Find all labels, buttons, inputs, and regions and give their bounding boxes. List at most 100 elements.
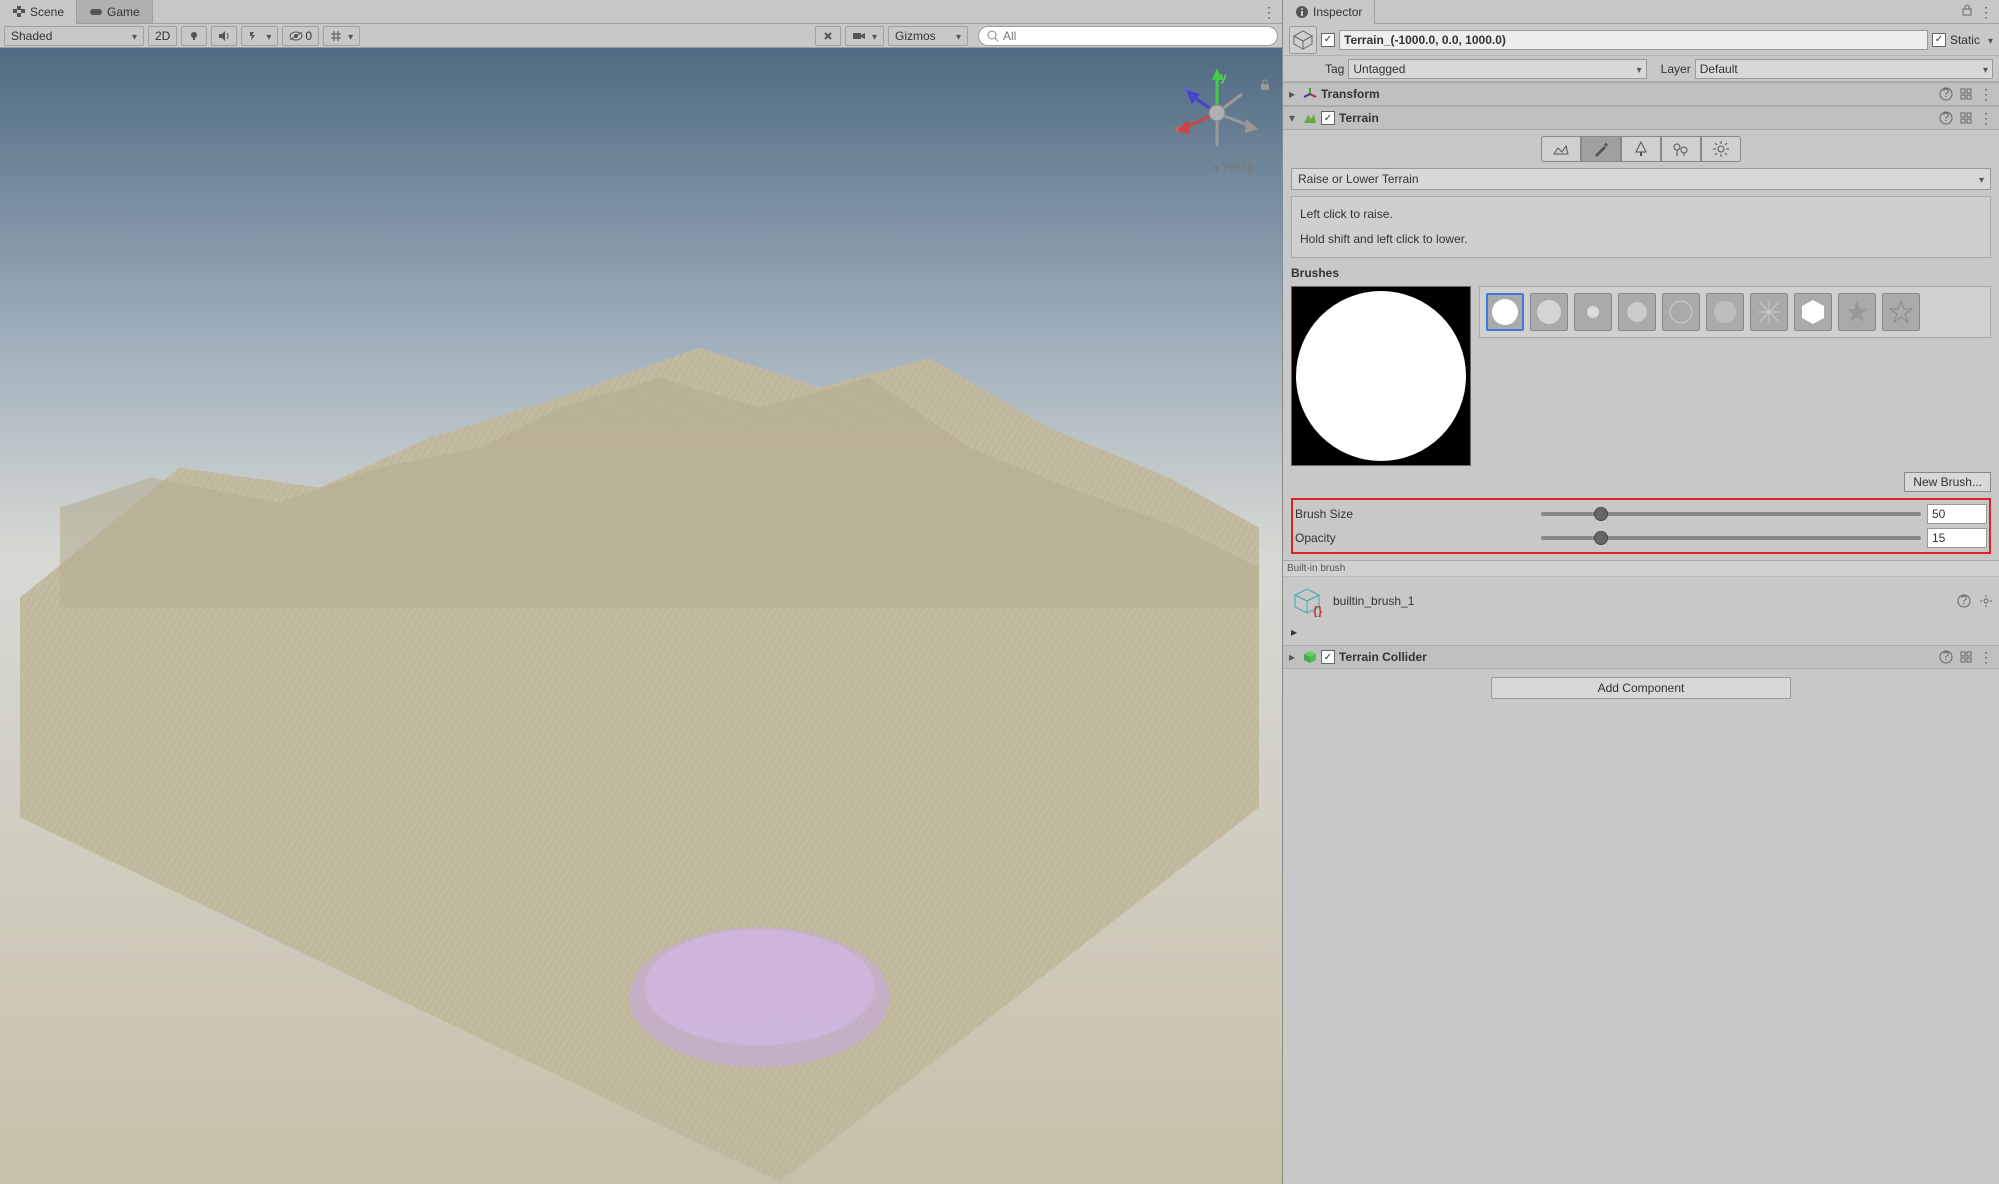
brush-thumb-star-outline[interactable] xyxy=(1882,293,1920,331)
brush-thumb-3[interactable] xyxy=(1574,293,1612,331)
new-brush-row: New Brush... xyxy=(1291,472,1991,492)
terrain-tool-create[interactable] xyxy=(1541,136,1581,162)
lock-icon[interactable] xyxy=(1258,78,1272,92)
tools-button[interactable] xyxy=(815,26,841,46)
scene-viewport[interactable]: y x z ◂Persp xyxy=(0,48,1282,1184)
new-brush-button[interactable]: New Brush... xyxy=(1904,472,1991,492)
lighting-toggle[interactable] xyxy=(181,26,207,46)
shading-mode-dropdown[interactable]: Shaded xyxy=(4,26,144,46)
static-checkbox[interactable] xyxy=(1932,33,1946,47)
shading-label: Shaded xyxy=(11,29,52,43)
brush-preview xyxy=(1291,286,1471,466)
inspector-tab-bar: Inspector xyxy=(1283,0,1999,24)
gameobject-name-field[interactable]: Terrain_(-1000.0, 0.0, 1000.0) xyxy=(1339,30,1928,50)
lock-inspector-icon[interactable] xyxy=(1961,4,1973,21)
active-checkbox[interactable] xyxy=(1321,33,1335,47)
new-brush-label: New Brush... xyxy=(1913,475,1982,489)
expand-script-arrow[interactable]: ▸ xyxy=(1283,625,1999,645)
brush-size-value: 50 xyxy=(1932,507,1945,521)
help-icon[interactable]: ? xyxy=(1939,87,1953,101)
tab-scene[interactable]: Scene xyxy=(0,0,77,23)
terrain-component-body: Raise or Lower Terrain Left click to rai… xyxy=(1283,130,1999,560)
brush-thumb-5[interactable] xyxy=(1662,293,1700,331)
layer-dropdown[interactable]: Default xyxy=(1695,59,1993,79)
terrain-tool-settings[interactable] xyxy=(1701,136,1741,162)
brush-thumb-7[interactable] xyxy=(1750,293,1788,331)
gizmos-dropdown[interactable]: Gizmos xyxy=(888,26,968,46)
hidden-objects-dropdown[interactable]: 0 xyxy=(282,26,319,46)
2d-toggle[interactable]: 2D xyxy=(148,26,177,46)
terrain-collider-label: Terrain Collider xyxy=(1339,650,1935,664)
terrain-mode-dropdown[interactable]: Raise or Lower Terrain xyxy=(1291,168,1991,190)
transform-component-header[interactable]: ▸ Transform ? xyxy=(1283,82,1999,106)
scene-search[interactable] xyxy=(978,26,1278,46)
component-menu-icon[interactable] xyxy=(1979,649,1993,666)
tab-game[interactable]: Game xyxy=(77,0,153,23)
hint-line-1: Left click to raise. xyxy=(1300,205,1982,224)
collider-enabled-checkbox[interactable] xyxy=(1321,650,1335,664)
terrain-enabled-checkbox[interactable] xyxy=(1321,111,1335,125)
brush-thumb-8[interactable] xyxy=(1794,293,1832,331)
brush-thumb-1[interactable] xyxy=(1486,293,1524,331)
info-icon xyxy=(1295,5,1309,19)
terrain-mesh xyxy=(0,48,1282,1183)
terrain-collider-header[interactable]: ▸ Terrain Collider ? xyxy=(1283,645,1999,669)
tab-menu-icon[interactable] xyxy=(1262,4,1276,18)
expand-arrow-icon[interactable]: ▸ xyxy=(1289,650,1299,664)
expand-arrow-icon[interactable]: ▸ xyxy=(1289,87,1299,101)
scene-tab-bar: Scene Game xyxy=(0,0,1282,24)
terrain-tool-trees[interactable] xyxy=(1621,136,1661,162)
component-menu-icon[interactable] xyxy=(1979,86,1993,103)
search-input[interactable] xyxy=(1003,29,1269,43)
tag-value: Untagged xyxy=(1353,62,1405,76)
opacity-slider[interactable] xyxy=(1541,536,1921,540)
preset-icon[interactable] xyxy=(1959,87,1973,101)
brush-size-field[interactable]: 50 xyxy=(1927,504,1987,524)
inspector-empty-space xyxy=(1283,707,1999,1184)
terrain-label: Terrain xyxy=(1339,111,1935,125)
axis-x-label: x xyxy=(1174,122,1181,136)
brush-thumb-star[interactable] xyxy=(1838,293,1876,331)
perspective-label[interactable]: ◂Persp xyxy=(1213,160,1254,174)
brush-thumb-4[interactable] xyxy=(1618,293,1656,331)
collapse-arrow-icon[interactable]: ▾ xyxy=(1289,111,1299,125)
tag-dropdown[interactable]: Untagged xyxy=(1348,59,1646,79)
preset-icon[interactable] xyxy=(1959,650,1973,664)
add-component-button[interactable]: Add Component xyxy=(1491,677,1791,699)
terrain-tool-paint[interactable] xyxy=(1581,136,1621,162)
static-dropdown-icon[interactable] xyxy=(1984,33,1993,47)
help-icon[interactable]: ? xyxy=(1957,594,1971,608)
brush-thumb-6[interactable] xyxy=(1706,293,1744,331)
terrain-hint-box: Left click to raise. Hold shift and left… xyxy=(1291,196,1991,258)
opacity-value: 15 xyxy=(1932,531,1945,545)
preset-icon[interactable] xyxy=(1959,111,1973,125)
add-component-label: Add Component xyxy=(1598,681,1685,695)
tag-label: Tag xyxy=(1325,62,1344,76)
layer-value: Default xyxy=(1700,62,1738,76)
audio-toggle[interactable] xyxy=(211,26,237,46)
component-menu-icon[interactable] xyxy=(1979,110,1993,127)
terrain-tool-details[interactable] xyxy=(1661,136,1701,162)
axis-gizmo[interactable]: y x z xyxy=(1172,68,1262,158)
fx-dropdown[interactable] xyxy=(241,26,278,46)
gameobject-icon[interactable] xyxy=(1289,26,1317,54)
opacity-field[interactable]: 15 xyxy=(1927,528,1987,548)
scene-toolbar: Shaded 2D 0 Gizmos xyxy=(0,24,1282,48)
gear-icon[interactable] xyxy=(1979,594,1993,608)
brush-grid xyxy=(1479,286,1991,338)
highlighted-sliders: Brush Size 50 Opacity 15 xyxy=(1291,498,1991,554)
tab-inspector-label: Inspector xyxy=(1313,5,1362,19)
inspector-menu-icon[interactable] xyxy=(1979,4,1993,21)
gameobject-name-text: Terrain_(-1000.0, 0.0, 1000.0) xyxy=(1344,33,1506,47)
brush-thumb-2[interactable] xyxy=(1530,293,1568,331)
terrain-component-header[interactable]: ▾ Terrain ? xyxy=(1283,106,1999,130)
tab-inspector[interactable]: Inspector xyxy=(1283,0,1375,23)
builtin-brush-row: {} builtin_brush_1 ? xyxy=(1283,577,1999,625)
brush-size-slider[interactable] xyxy=(1541,512,1921,516)
help-icon[interactable]: ? xyxy=(1939,111,1953,125)
caret-down-icon xyxy=(1975,172,1984,186)
camera-dropdown[interactable] xyxy=(845,26,884,46)
help-icon[interactable]: ? xyxy=(1939,650,1953,664)
grid-dropdown[interactable] xyxy=(323,26,360,46)
inspector-panel: Inspector Terrain_(-1000.0, 0.0, 1000.0)… xyxy=(1283,0,1999,1184)
